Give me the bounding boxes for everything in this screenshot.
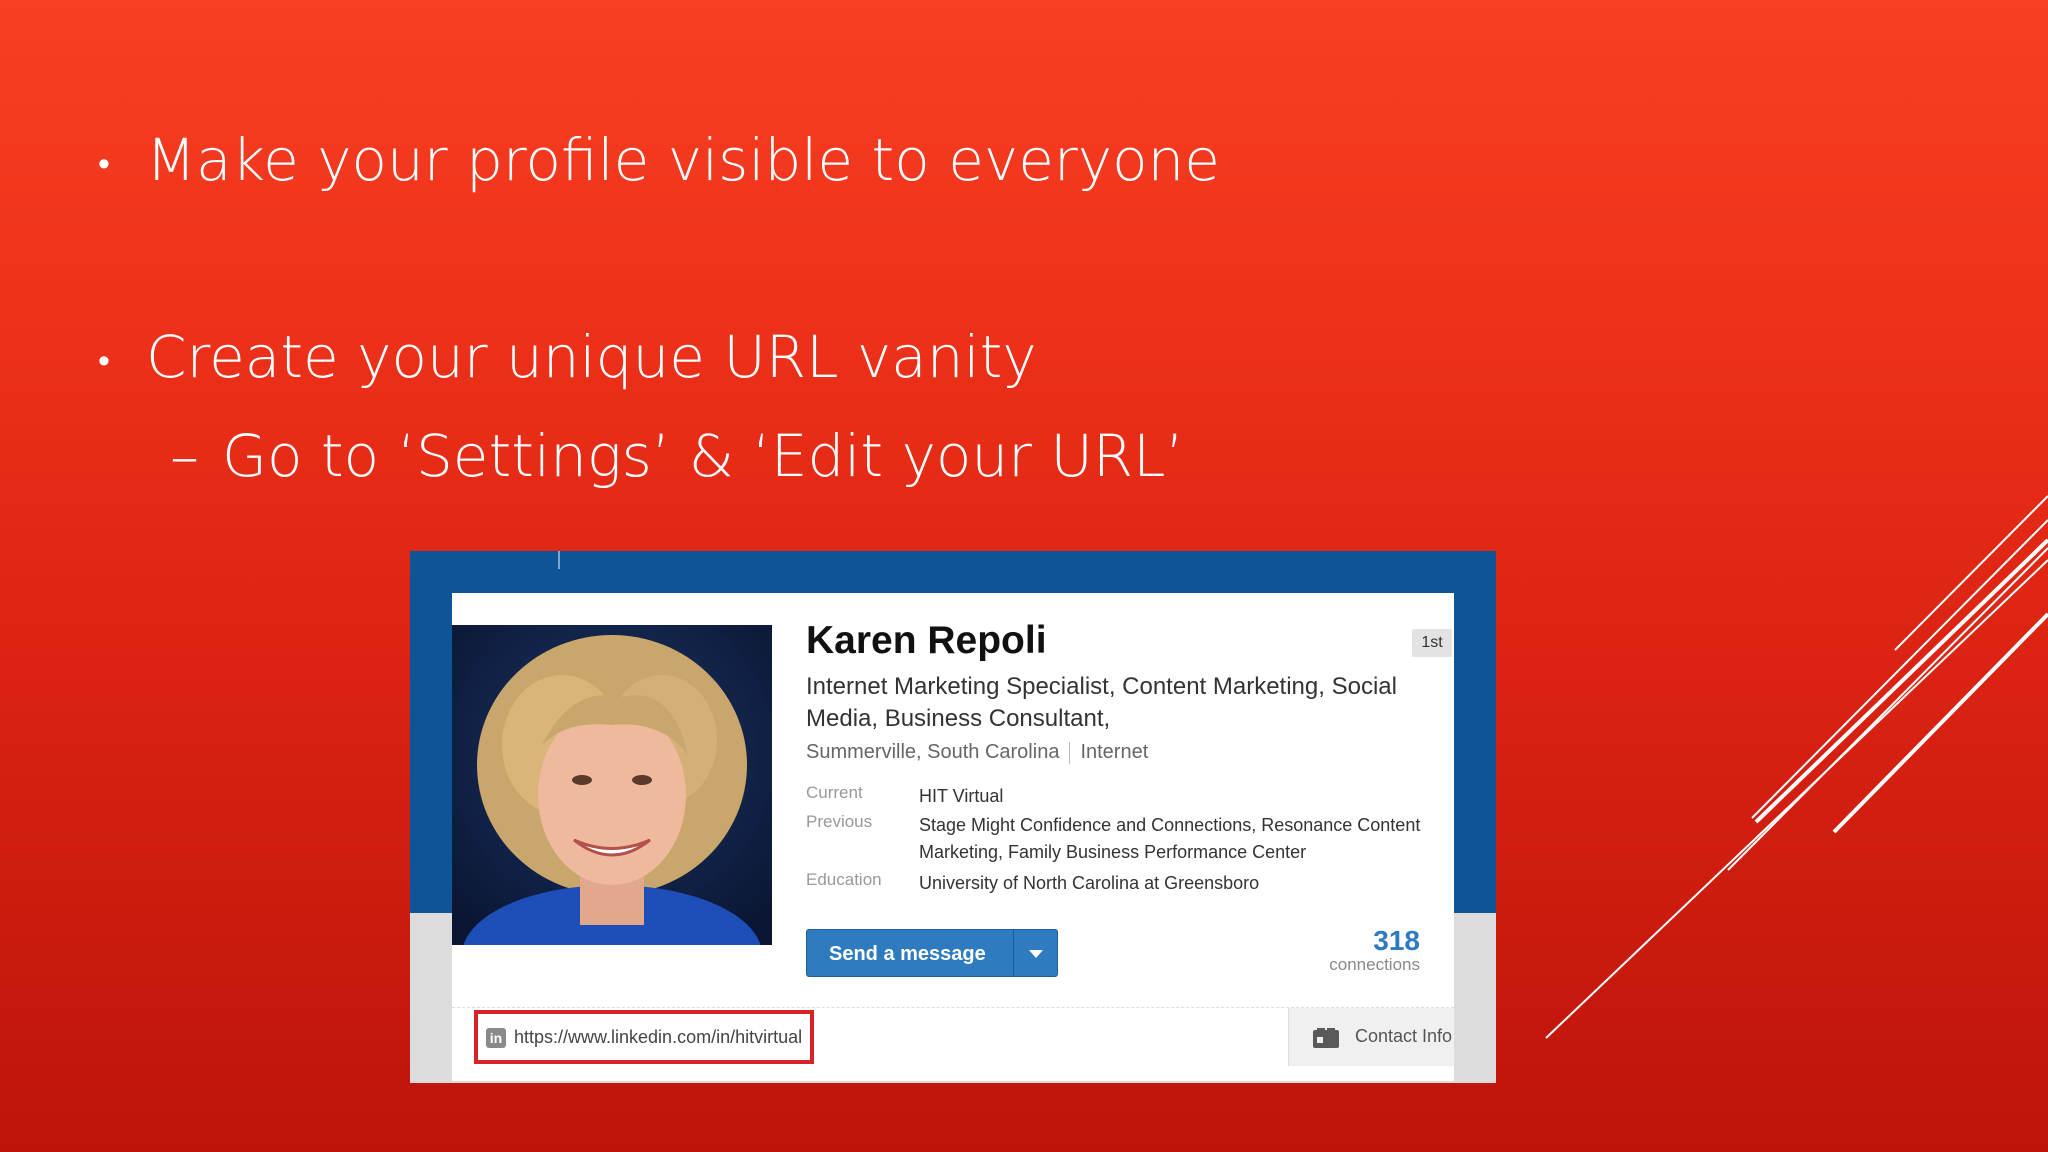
banner-marker — [558, 551, 560, 569]
detail-value[interactable]: HIT Virtual — [919, 783, 1459, 810]
sub-bullet-marker: – — [170, 422, 199, 490]
connections-count[interactable]: 318 connections — [1329, 927, 1420, 975]
detail-label: Current — [806, 783, 863, 802]
profile-headline: Internet Marketing Specialist, Content M… — [806, 673, 1397, 732]
button-divider — [1013, 930, 1014, 976]
linkedin-profile-screenshot: Karen Repoli 1st Internet Marketing Spec… — [410, 551, 1496, 1083]
detail-value[interactable]: Stage Might Confidence and Connections, … — [919, 812, 1459, 866]
location-separator — [1069, 741, 1071, 764]
profile-photo[interactable] — [452, 625, 772, 945]
profile-location-row: Summerville, South Carolina Internet — [806, 741, 1148, 764]
bullet-marker: • — [98, 341, 110, 381]
contact-info-label: Contact Info — [1355, 1026, 1453, 1046]
profile-industry[interactable]: Internet — [1080, 741, 1148, 763]
send-message-label: Send a message — [829, 943, 986, 965]
contact-info-button[interactable]: Contact Info — [1288, 1008, 1454, 1066]
sub-bullet-text: Go to ‘Settings’ & ‘Edit your URL’ — [222, 422, 1184, 490]
bullet-text: Make your profile visible to everyone — [146, 126, 1220, 194]
detail-label: Education — [806, 870, 882, 889]
linkedin-icon: in — [486, 1028, 506, 1048]
detail-value[interactable]: University of North Carolina at Greensbo… — [919, 870, 1459, 897]
connections-label: connections — [1329, 955, 1420, 974]
detail-label: Previous — [806, 812, 873, 831]
chevron-down-icon[interactable] — [1029, 950, 1043, 958]
bullet-text: Create your unique URL vanity — [146, 323, 1037, 391]
bullet-marker: • — [98, 144, 110, 184]
public-profile-url[interactable]: https://www.linkedin.com/in/hitvirtual — [514, 1027, 802, 1048]
contact-card-icon — [1313, 1028, 1339, 1048]
connection-degree-badge: 1st — [1412, 629, 1452, 657]
profile-location[interactable]: Summerville, South Carolina — [806, 741, 1059, 763]
profile-name: Karen Repoli — [806, 619, 1047, 662]
send-message-button[interactable]: Send a message — [806, 929, 1058, 977]
profile-footer: in https://www.linkedin.com/in/hitvirtua… — [452, 1007, 1454, 1071]
public-url-highlight: in https://www.linkedin.com/in/hitvirtua… — [474, 1010, 814, 1064]
connections-number: 318 — [1373, 925, 1420, 956]
profile-card: Karen Repoli 1st Internet Marketing Spec… — [452, 593, 1454, 1081]
